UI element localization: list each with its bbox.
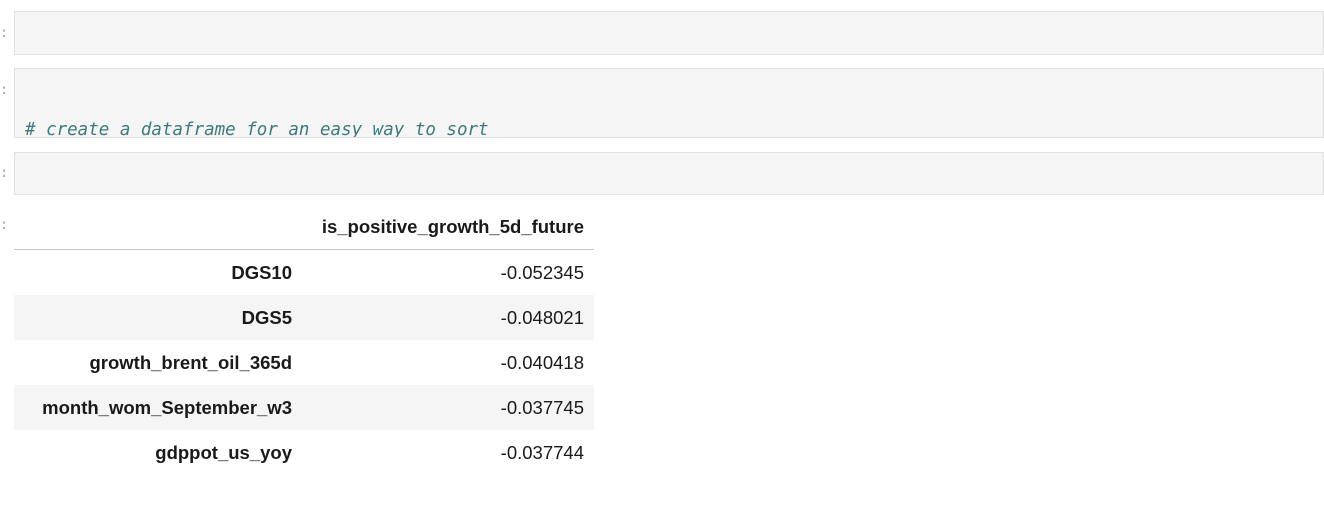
row-index: DGS10 xyxy=(231,261,292,283)
table-row: DGS10 -0.052345 xyxy=(14,250,594,296)
table-row: gdppot_us_yoy -0.037744 xyxy=(14,430,594,475)
column-header: is_positive_growth_5d_future xyxy=(302,204,594,250)
output-dataframe: is_positive_growth_5d_future DGS10 -0.05… xyxy=(14,204,594,475)
code-comment: # create a dataframe for an easy way to … xyxy=(25,120,489,138)
row-value: -0.040418 xyxy=(500,351,584,373)
table-row: growth_brent_oil_365d -0.040418 xyxy=(14,340,594,385)
row-value: -0.037745 xyxy=(500,396,584,418)
row-index: DGS5 xyxy=(241,306,292,328)
output-prompt: : xyxy=(0,217,9,233)
cell-1-prompt: : xyxy=(0,25,9,41)
cell-2-prompt: : xyxy=(0,82,9,98)
code-cell-2[interactable]: # create a dataframe for an easy way to … xyxy=(14,68,1324,138)
row-value: -0.048021 xyxy=(500,306,584,328)
row-index: month_wom_September_w3 xyxy=(42,396,292,418)
row-value: -0.052345 xyxy=(500,261,584,283)
row-index: growth_brent_oil_365d xyxy=(89,351,292,373)
row-value: -0.037744 xyxy=(500,441,584,463)
code-cell-1[interactable]: corr_is_positive_growth_5d_future = df_w… xyxy=(14,11,1324,55)
index-header xyxy=(14,204,302,250)
table-row: month_wom_September_w3 -0.037745 xyxy=(14,385,594,430)
cell-3-prompt: : xyxy=(0,165,9,181)
row-index: gdppot_us_yoy xyxy=(155,441,292,463)
table-row: DGS5 -0.048021 xyxy=(14,295,594,340)
code-cell-3[interactable]: corr_is_positive_growth_5d_future_df.sor… xyxy=(14,152,1324,195)
table-header-row: is_positive_growth_5d_future xyxy=(14,204,594,250)
